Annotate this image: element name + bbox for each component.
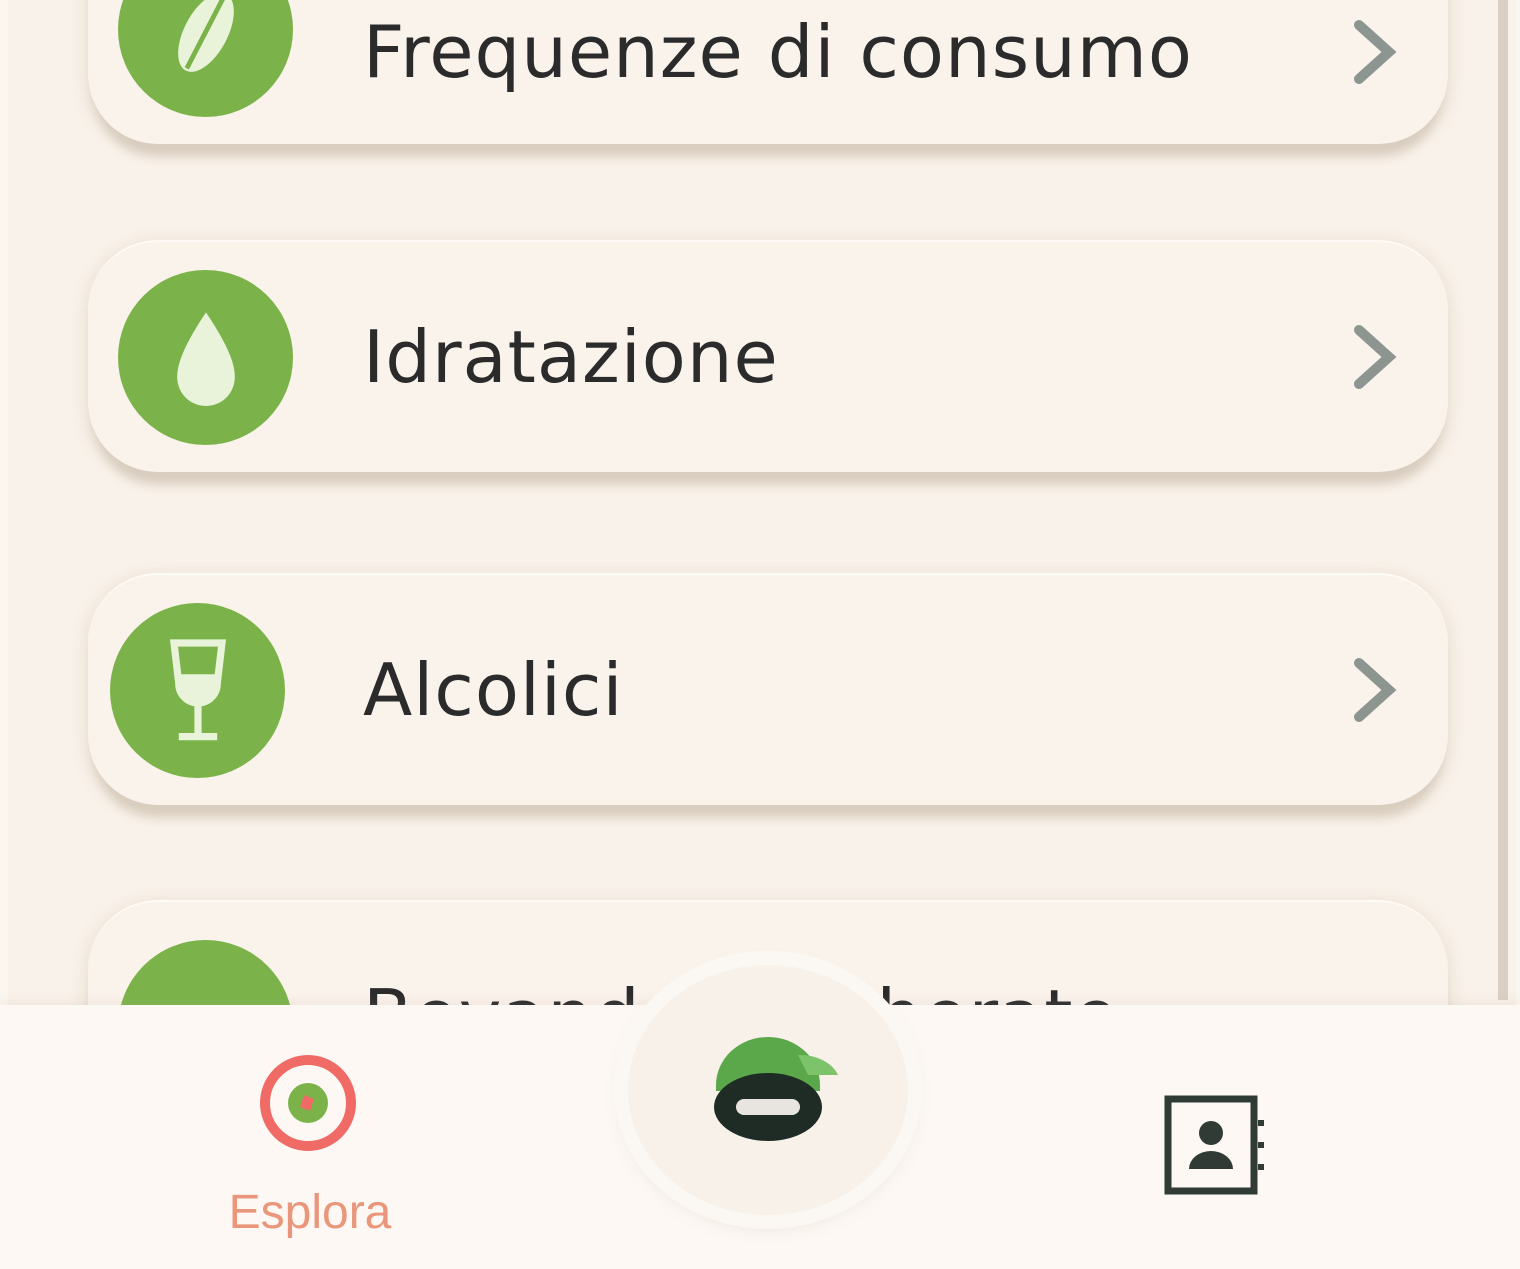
chevron-right-icon <box>1354 20 1397 84</box>
explore-label: Esplora <box>228 1186 392 1239</box>
chevron-right-icon <box>1354 658 1397 722</box>
scrollbar[interactable] <box>1498 0 1508 1000</box>
leaf-icon <box>118 0 293 117</box>
list-item-label: Idratazione <box>363 315 779 399</box>
nav-explore-button[interactable]: Esplora <box>210 1055 410 1255</box>
list-item-idratazione[interactable]: Idratazione <box>88 240 1448 472</box>
mascot-icon <box>714 1037 838 1141</box>
water-drop-icon <box>118 270 293 445</box>
list-item-label: Alcolici <box>363 648 624 732</box>
list-item-alcolici[interactable]: Alcolici <box>88 573 1448 805</box>
wine-glass-icon <box>110 603 285 778</box>
list-item-frequenze[interactable]: Frequenze di consumo <box>88 0 1448 144</box>
profile-book-icon[interactable] <box>1160 1095 1270 1195</box>
list-item-label: Frequenze di consumo <box>363 10 1193 94</box>
mascot-fab-button[interactable] <box>628 965 908 1215</box>
explore-icon <box>260 1055 356 1151</box>
chevron-right-icon <box>1354 325 1397 389</box>
